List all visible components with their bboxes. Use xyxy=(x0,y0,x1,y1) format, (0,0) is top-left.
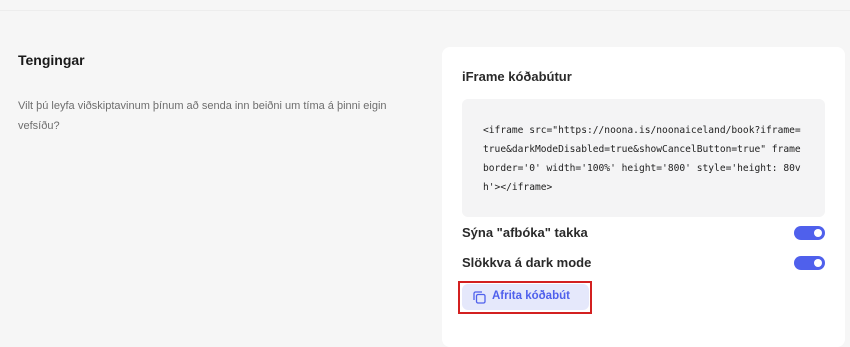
toggle-knob xyxy=(814,259,822,267)
disable-dark-mode-toggle[interactable] xyxy=(794,256,825,270)
code-snippet-box[interactable]: <iframe src="https://noona.is/noonaicela… xyxy=(462,99,825,217)
show-cancel-toggle[interactable] xyxy=(794,226,825,240)
toggle-label-dark-mode: Slökkva á dark mode xyxy=(462,255,592,270)
toggle-row-dark-mode: Slökkva á dark mode xyxy=(462,253,825,273)
iframe-card: iFrame kóðabútur <iframe src="https://no… xyxy=(442,47,845,347)
section-description: Vilt þú leyfa viðskiptavinum þínum að se… xyxy=(18,100,387,132)
toggle-label-show-cancel: Sýna "afbóka" takka xyxy=(462,225,588,240)
card-title: iFrame kóðabútur xyxy=(462,69,572,84)
toggle-row-show-cancel: Sýna "afbóka" takka xyxy=(462,223,825,243)
top-divider xyxy=(0,10,850,11)
toggle-knob xyxy=(814,229,822,237)
copy-button-highlight xyxy=(458,281,592,314)
section-title: Tengingar xyxy=(18,52,85,68)
code-snippet[interactable]: <iframe src="https://noona.is/noonaicela… xyxy=(483,121,805,197)
